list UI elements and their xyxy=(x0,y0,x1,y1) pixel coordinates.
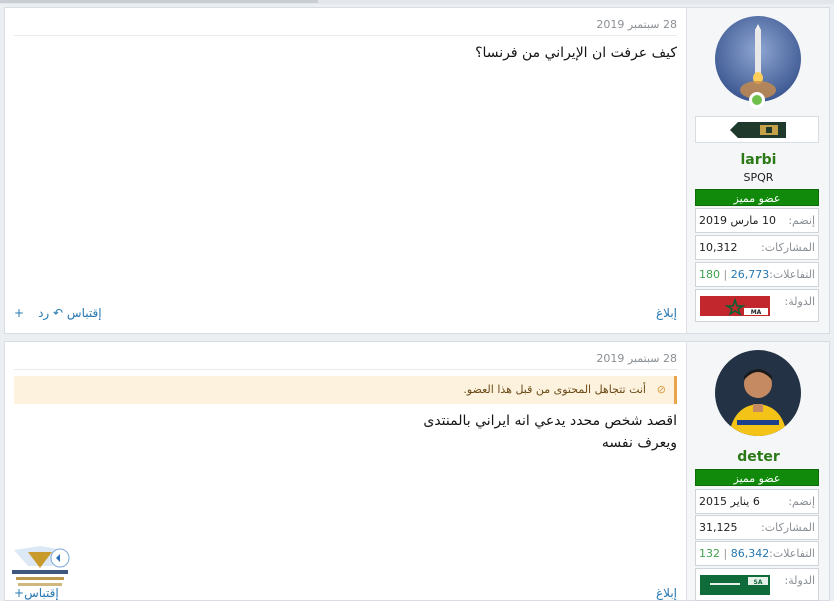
post-content: اقصد شخص محدد يدعي انه ايراني بالمنتدى و… xyxy=(423,410,677,454)
plus-icon: + xyxy=(14,306,25,320)
plus-icon: + xyxy=(14,586,25,600)
separator: | xyxy=(723,268,728,281)
post-divider xyxy=(14,369,677,370)
reply-icon: ↶ xyxy=(53,306,64,320)
rocket-launch-avatar-icon xyxy=(715,16,801,102)
ignored-notice-text: أنت تتجاهل المحتوى من قبل هذا العضو. xyxy=(463,383,646,396)
joined-value: 6 يناير 2015 xyxy=(699,495,760,508)
reactions-row: التفاعلات: 132 | 86,342 xyxy=(695,541,819,566)
top-progress-bar xyxy=(0,0,318,3)
reactions-label: التفاعلات: xyxy=(769,268,815,281)
post-2: 28 سبتمبر 2019 ⊘ أنت تتجاهل المحتوى من قب… xyxy=(4,341,830,601)
posts-row: المشاركات: 10,312 xyxy=(695,235,819,260)
posts-label: المشاركات: xyxy=(761,521,815,534)
country-row: الدولة: SA xyxy=(695,568,819,601)
quote-label: إقتباس xyxy=(24,586,59,600)
separator: | xyxy=(723,547,728,560)
reply-label: رد xyxy=(38,306,50,320)
post-content: كيف عرفت ان الإيراني من فرنسا؟ xyxy=(475,42,677,64)
avatar[interactable] xyxy=(715,350,801,436)
post-actions: + إقتباس ↶ رد xyxy=(14,306,102,320)
joined-label: إنضم: xyxy=(788,214,815,227)
posts-value: 10,312 xyxy=(699,241,738,254)
reactions-count[interactable]: 26,773 xyxy=(731,268,770,281)
posts-row: المشاركات: 31,125 xyxy=(695,515,819,540)
online-status-indicator xyxy=(749,92,765,108)
saudi-flag-icon: SA xyxy=(700,575,770,595)
post-date[interactable]: 28 سبتمبر 2019 xyxy=(596,18,677,31)
reactions-count[interactable]: 86,342 xyxy=(731,547,770,560)
country-label: الدولة: xyxy=(784,574,815,587)
post-1: 28 سبتمبر 2019 كيف عرفت ان الإيراني من ف… xyxy=(4,7,830,334)
rank-banner: عضو مميز xyxy=(695,469,819,486)
post-content-line: كيف عرفت ان الإيراني من فرنسا؟ xyxy=(475,45,677,61)
forum-logo-watermark xyxy=(12,546,70,586)
country-row: الدولة: MA xyxy=(695,289,819,322)
quote-button[interactable]: +إقتباس xyxy=(14,586,59,600)
report-button[interactable]: إبلاغ xyxy=(656,306,677,320)
top-scroll-indicator xyxy=(0,0,834,4)
posts-label: المشاركات: xyxy=(761,241,815,254)
joined-label: إنضم: xyxy=(788,495,815,508)
reactions-row: التفاعلات: 180 | 26,773 xyxy=(695,262,819,287)
posts-value: 31,125 xyxy=(699,521,738,534)
post-divider xyxy=(14,35,677,36)
points-value: 132 xyxy=(699,547,720,560)
joined-row: إنضم: 10 مارس 2019 xyxy=(695,208,819,233)
user-panel: deter عضو مميز إنضم: 6 يناير 2015 المشار… xyxy=(686,342,830,601)
reply-button[interactable]: ↶ رد xyxy=(38,306,63,320)
report-button[interactable]: إبلاغ xyxy=(656,586,677,600)
quote-label: إقتباس xyxy=(66,306,102,320)
user-title: SPQR xyxy=(743,171,774,184)
username[interactable]: deter xyxy=(687,449,830,465)
points-value: 180 xyxy=(699,268,720,281)
user-panel: larbi SPQR عضو مميز إنضم: 10 مارس 2019 ا… xyxy=(686,8,829,333)
post-content-line: اقصد شخص محدد يدعي انه ايراني بالمنتدى xyxy=(423,413,677,429)
avatar[interactable] xyxy=(715,16,801,102)
joined-value: 10 مارس 2019 xyxy=(699,214,776,227)
flag-code-text: MA xyxy=(751,309,762,316)
joined-row: إنضم: 6 يناير 2015 xyxy=(695,489,819,514)
muted-user-icon: ⊘ xyxy=(656,383,666,396)
reactions-value: 180 | 26,773 xyxy=(699,263,769,286)
post-actions: +إقتباس xyxy=(14,586,59,600)
post-date[interactable]: 28 سبتمبر 2019 xyxy=(596,352,677,365)
post-content-line: ويعرف نفسه xyxy=(601,435,677,451)
ignored-content-notice[interactable]: ⊘ أنت تتجاهل المحتوى من قبل هذا العضو. xyxy=(14,376,677,404)
morocco-flag-icon: MA xyxy=(700,296,770,316)
country-label: الدولة: xyxy=(784,295,815,308)
reactions-value: 132 | 86,342 xyxy=(699,542,769,565)
flag-code-text: SA xyxy=(754,579,763,586)
rank-emblem-icon xyxy=(730,122,786,138)
football-player-avatar-icon xyxy=(715,350,801,436)
rank-banner: عضو مميز xyxy=(695,189,819,206)
user-banner xyxy=(695,116,819,143)
username[interactable]: larbi xyxy=(687,152,830,168)
reactions-label: التفاعلات: xyxy=(769,547,815,560)
